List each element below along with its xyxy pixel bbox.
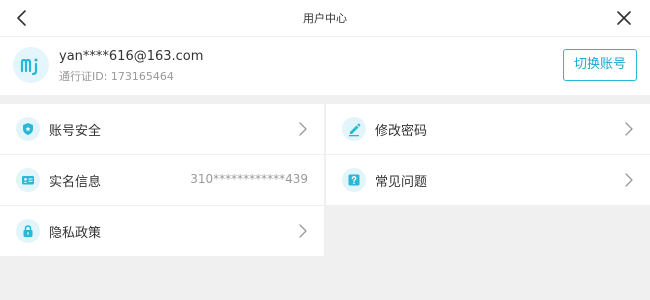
account-email: yan****616@163.com	[59, 49, 204, 64]
lock-icon-wrap	[16, 219, 40, 243]
mi-logo-icon	[20, 58, 38, 76]
passport-id: 通行证ID: 173165464	[59, 70, 174, 83]
menu-label-change-password: 修改密码	[375, 124, 428, 139]
menu-label-real-name: 实名信息	[49, 175, 102, 190]
header-bar: 用户中心	[0, 0, 650, 36]
menu-item-change-password[interactable]: 修改密码	[326, 104, 650, 154]
masked-id-number: 310************439	[190, 172, 308, 186]
menu-item-faq[interactable]: 常见问题	[326, 155, 650, 205]
profile-card: yan****616@163.com 通行证ID: 173165464 切换账号	[0, 37, 650, 95]
pencil-icon-wrap	[342, 117, 366, 141]
menu-item-privacy-policy[interactable]: 隐私政策	[0, 206, 324, 256]
settings-menu: 账号安全 修改密码 实名信息 310************439 常见问题 隐…	[0, 104, 650, 256]
menu-item-account-security[interactable]: 账号安全	[0, 104, 324, 154]
chevron-right-icon	[625, 122, 633, 136]
close-icon	[617, 11, 631, 25]
id-card-icon-wrap	[16, 168, 40, 192]
lock-icon	[23, 225, 33, 237]
question-icon	[348, 174, 360, 186]
chevron-right-icon	[625, 173, 633, 187]
switch-account-button[interactable]: 切换账号	[563, 49, 637, 81]
menu-label-faq: 常见问题	[375, 175, 428, 190]
page-title: 用户中心	[303, 12, 347, 25]
close-button[interactable]	[612, 6, 636, 30]
pencil-icon	[349, 123, 361, 137]
shield-icon	[23, 123, 33, 135]
menu-label-privacy-policy: 隐私政策	[49, 226, 102, 241]
shield-icon-wrap	[16, 117, 40, 141]
chevron-right-icon	[299, 224, 307, 238]
id-card-icon	[22, 176, 34, 185]
menu-label-account-security: 账号安全	[49, 124, 102, 139]
question-icon-wrap	[342, 168, 366, 192]
avatar	[13, 47, 49, 83]
menu-item-real-name[interactable]: 实名信息 310************439	[0, 155, 324, 205]
chevron-right-icon	[299, 122, 307, 136]
